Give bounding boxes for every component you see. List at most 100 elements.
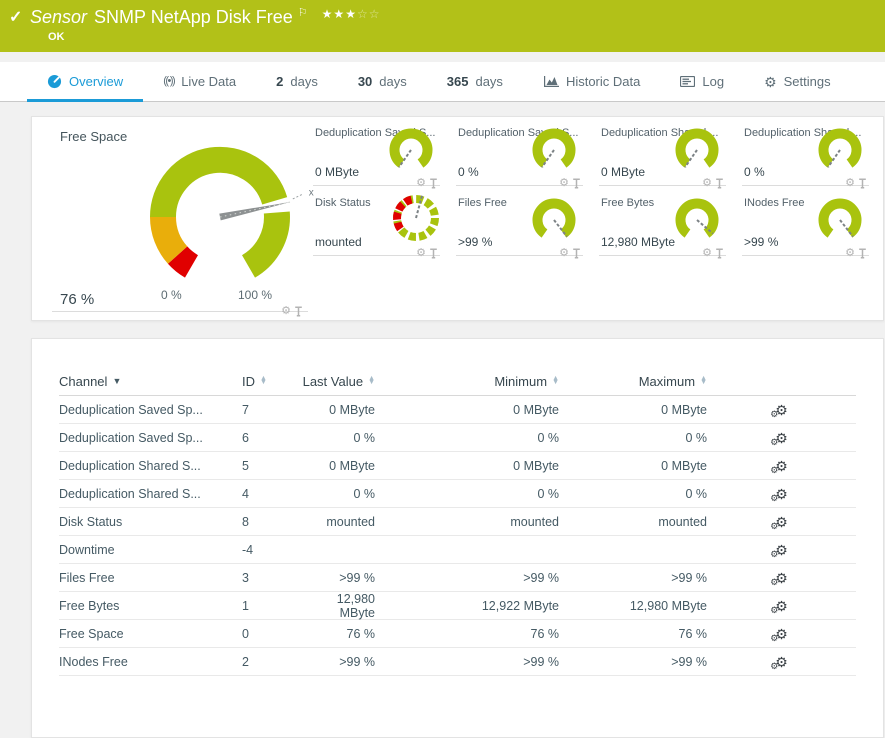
channel-name-cell[interactable]: Deduplication Saved Sp...	[59, 431, 242, 445]
last-value-cell: >99 %	[301, 571, 375, 585]
priority-stars[interactable]: ★★★☆☆	[322, 7, 381, 21]
channel-settings-icon[interactable]: ⚙⚙	[775, 487, 788, 501]
table-row: Free Bytes112,980 MByte12,922 MByte12,98…	[59, 592, 856, 620]
gear-icon[interactable]: ⚙	[559, 178, 569, 189]
gear-icon[interactable]: ⚙	[845, 178, 855, 189]
channel-settings-icon[interactable]: ⚙⚙	[775, 431, 788, 445]
channel-name-cell[interactable]: Free Space	[59, 627, 242, 641]
sort-icon: ▲▼	[700, 377, 707, 385]
channel-name-cell[interactable]: Files Free	[59, 571, 242, 585]
channel-id-cell: 0	[242, 627, 301, 641]
channel-name-cell[interactable]: Free Bytes	[59, 599, 242, 613]
tab-live-data[interactable]: ((•))Live Data	[143, 62, 256, 101]
last-value-cell: mounted	[301, 515, 375, 529]
gear-icon[interactable]: ⚙	[416, 178, 426, 189]
channel-gauge	[815, 125, 865, 178]
column-header-minimum[interactable]: Minimum ▲▼	[375, 374, 559, 389]
column-header-maximum[interactable]: Maximum ▲▼	[559, 374, 707, 389]
gear-icon[interactable]: ⚙	[845, 248, 855, 259]
column-header-label: Maximum	[639, 374, 695, 389]
channel-gauge-cell[interactable]: Free Bytes 12,980 MByte⚙	[597, 189, 740, 259]
minimum-cell: mounted	[375, 515, 559, 529]
channel-name-cell[interactable]: Deduplication Saved Sp...	[59, 403, 242, 417]
pin-icon[interactable]	[715, 178, 724, 189]
channel-gauge	[386, 125, 436, 178]
overview-gauges-panel: Free Space x 0 % 100 % 76 % ⚙ Deduplicat…	[31, 116, 884, 321]
channel-settings-icon[interactable]: ⚙⚙	[775, 403, 788, 417]
minimum-cell: 0 MByte	[375, 403, 559, 417]
channel-gauge-cell[interactable]: Files Free >99 %⚙	[454, 189, 597, 259]
channel-gauge-cell[interactable]: Disk Status mounted⚙	[311, 189, 454, 259]
column-header-last-value[interactable]: Last Value▲▼	[301, 374, 375, 389]
tab-30-days[interactable]: 30days	[338, 62, 427, 101]
gear-icon: ⚙	[764, 75, 777, 89]
table-header-row: Channel▼ID▲▼Last Value▲▼Minimum▲▼Maximum…	[59, 367, 856, 396]
star-filled-icon: ★	[322, 7, 334, 21]
channel-settings-icon[interactable]: ⚙⚙	[775, 571, 788, 585]
pin-icon[interactable]	[429, 178, 438, 189]
channel-name-cell[interactable]: INodes Free	[59, 655, 242, 669]
channel-gauge-cell[interactable]: Deduplication Saved S... 0 %⚙	[454, 119, 597, 189]
channel-settings-icon[interactable]: ⚙⚙	[775, 599, 788, 613]
column-header-label: ID	[242, 374, 255, 389]
channel-gauge-cell[interactable]: Deduplication Shared ... 0 MByte⚙	[597, 119, 740, 189]
channel-gauge-cell[interactable]: INodes Free >99 %⚙	[740, 189, 883, 259]
tab-2-days[interactable]: 2days	[256, 62, 338, 101]
channel-settings-icon[interactable]: ⚙⚙	[775, 543, 788, 557]
channel-gauge	[529, 125, 579, 178]
gear-icon[interactable]: ⚙	[281, 306, 291, 317]
channel-id-cell: 6	[242, 431, 301, 445]
gauge-min-label: 0 %	[161, 288, 182, 302]
channel-name-cell[interactable]: Deduplication Shared S...	[59, 459, 242, 473]
channel-settings-icon[interactable]: ⚙⚙	[775, 459, 788, 473]
last-value-cell: 0 %	[301, 431, 375, 445]
pin-icon[interactable]	[572, 248, 581, 259]
flag-icon[interactable]: ⚐	[298, 7, 308, 19]
gear-icon[interactable]: ⚙	[416, 248, 426, 259]
pin-icon[interactable]	[572, 178, 581, 189]
pin-icon[interactable]	[429, 248, 438, 259]
pin-icon[interactable]	[858, 248, 867, 259]
tab-overview[interactable]: Overview	[27, 62, 143, 101]
channel-settings-icon[interactable]: ⚙⚙	[775, 627, 788, 641]
table-row: Deduplication Saved Sp...60 %0 %0 %⚙⚙	[59, 424, 856, 452]
channel-settings-icon[interactable]: ⚙⚙	[775, 655, 788, 669]
divider	[52, 311, 308, 312]
pin-icon[interactable]	[715, 248, 724, 259]
column-header-label: Minimum	[494, 374, 547, 389]
pin-icon[interactable]	[294, 306, 303, 317]
channel-gauge-cell[interactable]: Deduplication Shared ... 0 %⚙	[740, 119, 883, 189]
minimum-cell: 12,922 MByte	[375, 599, 559, 613]
channel-id-cell: 3	[242, 571, 301, 585]
gauge-cell-icons: ⚙	[702, 248, 724, 259]
last-value-cell: 0 MByte	[301, 459, 375, 473]
tab-historic-data[interactable]: Historic Data	[523, 62, 660, 101]
column-header-channel[interactable]: Channel▼	[59, 374, 242, 389]
maximum-cell: mounted	[559, 515, 707, 529]
gauge-cell-icons: ⚙	[845, 248, 867, 259]
gauge-cell-icons: ⚙	[559, 248, 581, 259]
maximum-cell: >99 %	[559, 571, 707, 585]
channel-settings-icon[interactable]: ⚙⚙	[775, 515, 788, 529]
gear-icon[interactable]: ⚙	[559, 248, 569, 259]
primary-channel-gauge-cell[interactable]: Free Space x 0 % 100 % 76 % ⚙	[32, 117, 310, 320]
tab-settings[interactable]: ⚙ Settings	[744, 62, 851, 101]
channel-gauge-cell[interactable]: Deduplication Saved S... 0 MByte⚙	[311, 119, 454, 189]
maximum-cell: >99 %	[559, 655, 707, 669]
pin-icon[interactable]	[858, 178, 867, 189]
channel-name-cell[interactable]: Downtime	[59, 543, 242, 557]
tab-label: Settings	[784, 74, 831, 89]
gear-icon[interactable]: ⚙	[702, 248, 712, 259]
gear-icon[interactable]: ⚙	[702, 178, 712, 189]
gauge-cell-icons: ⚙	[845, 178, 867, 189]
sensor-header: ✓ SensorSNMP NetApp Disk Free⚐★★★☆☆ OK	[0, 0, 885, 52]
column-header-id[interactable]: ID▲▼	[242, 374, 301, 389]
channel-name-cell[interactable]: Deduplication Shared S...	[59, 487, 242, 501]
column-header-label: Channel	[59, 374, 107, 389]
status-badge: OK	[48, 31, 65, 43]
gauge-cell-value: 0 %	[744, 165, 765, 179]
tab-365-days[interactable]: 365days	[427, 62, 523, 101]
channel-name-cell[interactable]: Disk Status	[59, 515, 242, 529]
sort-icon: ▲▼	[552, 377, 559, 385]
tab-log[interactable]: Log	[660, 62, 744, 101]
